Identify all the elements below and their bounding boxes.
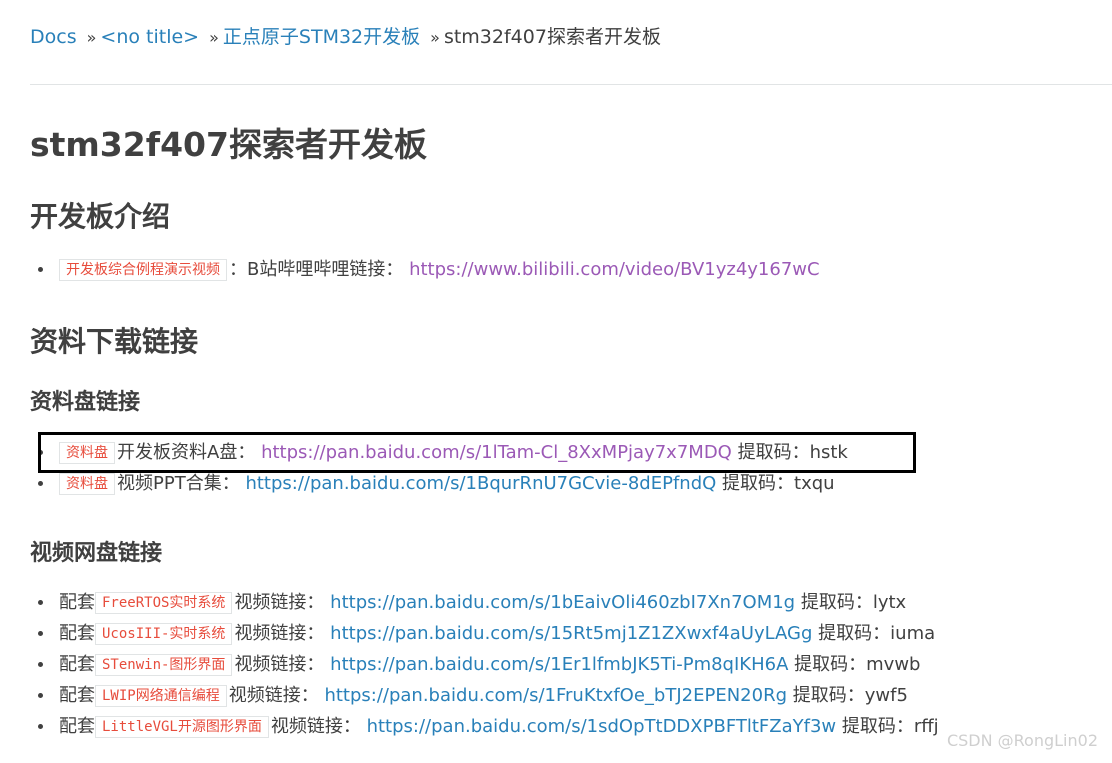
video-link-freertos[interactable]: https://pan.baidu.com/s/1bEaivOli460zbI7… (330, 592, 795, 613)
annotation-highlight-box (38, 432, 916, 473)
inline-code-tag: STenwin-图形界面 (95, 654, 233, 676)
subsection-heading-disk: 资料盘链接 (30, 390, 141, 415)
item-text: ：B站哔哩哔哩链接： (229, 259, 404, 280)
item-text: 视频链接： (234, 654, 325, 675)
breadcrumb-separator: » (209, 28, 219, 47)
inline-code-tag: FreeRTOS实时系统 (95, 592, 233, 614)
inline-code-tag: UcosIII-实时系统 (95, 623, 233, 645)
extract-code: 提取码：iuma (818, 623, 936, 644)
bullet (38, 631, 43, 636)
item-prefix: 配套 (59, 685, 95, 706)
bullet (38, 481, 43, 486)
item-text: 视频链接： (234, 592, 325, 613)
breadcrumb-separator: » (430, 28, 440, 47)
inline-code-tag: 资料盘 (59, 473, 115, 495)
breadcrumb: Docs» <no title>» 正点原子STM32开发板» stm32f407探索… (30, 22, 661, 49)
bullet (38, 662, 43, 667)
bullet (38, 693, 43, 698)
item-text: 视频PPT合集： (117, 473, 240, 494)
video-link-stemwin[interactable]: https://pan.baidu.com/s/1Er1lfmbJK5Ti-Pm… (330, 654, 788, 675)
video-link-lwip[interactable]: https://pan.baidu.com/s/1FruKtxfOe_bTJ2E… (324, 685, 787, 706)
extract-code: 提取码：mvwb (794, 654, 921, 675)
subsection-heading-video: 视频网盘链接 (30, 541, 163, 566)
extract-code: 提取码：txqu (722, 473, 835, 494)
pan-link-ppt[interactable]: https://pan.baidu.com/s/1BqurRnU7GCvie-8… (245, 473, 716, 494)
inline-code-tag: 开发板综合例程演示视频 (59, 259, 227, 281)
item-prefix: 配套 (59, 716, 95, 737)
bullet (38, 724, 43, 729)
breadcrumb-current: stm32f407探索者开发板 (443, 26, 661, 48)
breadcrumb-zhengdian-link[interactable]: 正点原子STM32开发板 (223, 26, 420, 48)
bullet (38, 600, 43, 605)
bullet (38, 267, 43, 272)
breadcrumb-separator: » (86, 28, 97, 47)
section-heading-download: 资料下载链接 (30, 325, 199, 358)
inline-code-tag: LWIP网络通信编程 (95, 685, 227, 707)
item-text: 视频链接： (234, 623, 325, 644)
item-prefix: 配套 (59, 623, 95, 644)
divider (30, 84, 1112, 85)
extract-code: 提取码：lytx (800, 592, 907, 613)
item-text: 视频链接： (228, 685, 319, 706)
item-text: 视频链接： (270, 716, 361, 737)
extract-code: 提取码：ywf5 (792, 685, 908, 706)
item-prefix: 配套 (59, 654, 95, 675)
section-heading-intro: 开发板介绍 (30, 200, 171, 233)
video-link-littlevgl[interactable]: https://pan.baidu.com/s/1sdOpTtDDXPBFTlt… (367, 716, 837, 737)
extract-code: 提取码：rffj (841, 716, 939, 737)
item-prefix: 配套 (59, 592, 95, 613)
watermark: CSDN @RongLin02 (946, 731, 1098, 750)
breadcrumb-docs-link[interactable]: Docs (30, 26, 77, 48)
video-link-ucos[interactable]: https://pan.baidu.com/s/15Rt5mj1Z1ZXwxf4… (330, 623, 812, 644)
page-title: stm32f407探索者开发板 (30, 125, 427, 164)
inline-code-tag: LittleVGL开源图形界面 (95, 716, 269, 738)
breadcrumb-no-title-link[interactable]: <no title> (100, 26, 199, 48)
bilibili-link[interactable]: https://www.bilibili.com/video/BV1yz4y16… (409, 259, 819, 280)
